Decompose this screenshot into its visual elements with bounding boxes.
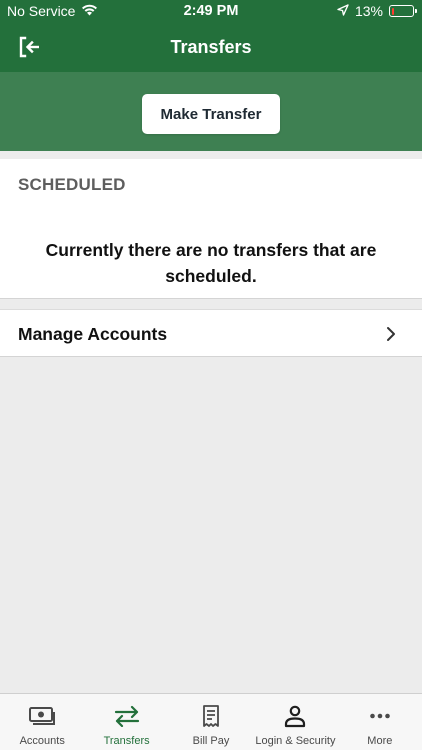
make-transfer-button[interactable]: Make Transfer [142,94,280,134]
tab-accounts[interactable]: Accounts [0,694,84,750]
transfers-icon [112,703,142,729]
battery-percent: 13% [354,3,383,19]
tab-transfers-label: Transfers [103,735,150,747]
manage-accounts-row[interactable]: Manage Accounts [0,309,422,357]
location-arrow-icon [337,3,349,19]
battery-icon [389,5,417,17]
tab-bill-pay-label: Bill Pay [192,735,230,747]
manage-accounts-label: Manage Accounts [18,324,168,344]
action-band: Make Transfer [0,72,422,151]
bill-pay-icon [196,703,226,729]
navigation-bar: Transfers [0,24,422,72]
battery-level [391,7,394,15]
chevron-right-icon [387,327,395,341]
accounts-icon [27,703,57,729]
tab-bar: Accounts Transfers Bill Pay Login & Secu… [0,693,422,750]
scheduled-heading: SCHEDULED [18,175,126,194]
page-title: Transfers [170,37,252,57]
tab-more-label: More [367,735,393,747]
status-bar: No Service 2:49 PM 13% [0,0,422,24]
more-icon [365,703,395,729]
tab-more[interactable]: More [338,694,422,750]
tab-bill-pay[interactable]: Bill Pay [169,694,253,750]
tab-login-security[interactable]: Login & Security [253,694,337,750]
status-right: 13% [337,3,417,19]
scheduled-section: SCHEDULED Currently there are no transfe… [0,159,422,299]
tab-accounts-label: Accounts [19,735,65,747]
empty-state-message: Currently there are no transfers that ar… [45,240,377,286]
tab-transfers[interactable]: Transfers [84,694,168,750]
login-security-icon [280,703,310,729]
tab-login-security-label: Login & Security [255,735,336,747]
